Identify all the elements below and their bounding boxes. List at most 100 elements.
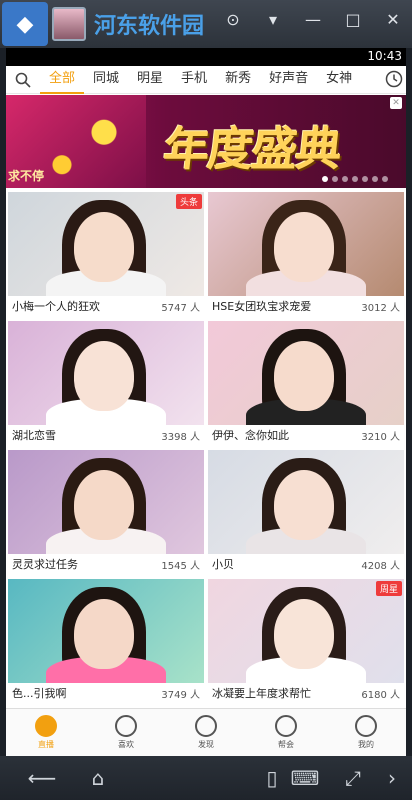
banner-dot[interactable]: [382, 176, 388, 182]
streamer-face: [274, 599, 334, 669]
streamer-face: [74, 470, 134, 540]
tab-5[interactable]: 好声音: [260, 66, 317, 94]
banner-dot[interactable]: [342, 176, 348, 182]
banner-dot[interactable]: [372, 176, 378, 182]
nav-label: 发现: [198, 740, 214, 749]
stream-card[interactable]: 周星冰凝要上年度求帮忙 6180 人: [208, 579, 404, 703]
stream-title: 小贝: [212, 558, 234, 571]
stream-thumbnail[interactable]: [208, 450, 404, 554]
stream-thumbnail[interactable]: 头条: [8, 192, 204, 296]
emulator-title-bar: ◆ 河东软件园 ⊙ ▾ — □ ✕: [0, 0, 412, 48]
close-icon[interactable]: ✕: [384, 10, 402, 30]
android-status-bar: 10:43: [6, 48, 406, 66]
history-icon[interactable]: [384, 69, 404, 89]
eye-icon: [195, 715, 217, 737]
fullscreen-icon[interactable]: ⤢: [338, 766, 368, 790]
viewer-count: 3749 人: [161, 690, 200, 701]
banner-dot[interactable]: [332, 176, 338, 182]
viewer-count: 3210 人: [361, 432, 400, 443]
stream-thumbnail[interactable]: [8, 450, 204, 554]
app-screen: 全部 同城 明星 手机 新秀 好声音 女神 求不停 年度盛典 ✕ 头条小梅一个人的狂欢 574…: [6, 66, 406, 756]
group-icon: [275, 715, 297, 737]
streamer-face: [74, 341, 134, 411]
stream-thumbnail[interactable]: [8, 321, 204, 425]
streamer-face: [274, 341, 334, 411]
stream-card[interactable]: HSE女团玖宝求宠爱 3012 人: [208, 192, 404, 316]
streamer-face: [74, 212, 134, 282]
stream-thumbnail[interactable]: [208, 192, 404, 296]
star-icon: [115, 715, 137, 737]
tab-1[interactable]: 同城: [84, 66, 128, 94]
nav-label: 喜欢: [118, 740, 134, 749]
status-badge: 周星: [375, 581, 402, 596]
banner-dot[interactable]: [362, 176, 368, 182]
portrait-icon[interactable]: ▯: [262, 766, 282, 790]
banner-title: 年度盛典: [160, 122, 343, 176]
dropdown-icon[interactable]: ▾: [264, 10, 282, 30]
category-tabs: 全部 同城 明星 手机 新秀 好声音 女神: [6, 66, 406, 94]
stream-card[interactable]: 小贝 4208 人: [208, 450, 404, 574]
back-icon[interactable]: ⟵: [22, 766, 62, 790]
nav-item-4[interactable]: 我的: [326, 709, 406, 756]
search-icon[interactable]: [6, 66, 40, 94]
live-icon: [35, 715, 57, 737]
settings-icon[interactable]: ⊙: [224, 10, 242, 30]
stream-card[interactable]: 头条小梅一个人的狂欢 5747 人: [8, 192, 204, 316]
streamer-face: [74, 599, 134, 669]
stream-thumbnail[interactable]: 周星: [208, 579, 404, 683]
avatar[interactable]: [52, 7, 86, 41]
viewer-count: 6180 人: [361, 690, 400, 701]
tab-4[interactable]: 新秀: [216, 66, 260, 94]
viewer-count: 1545 人: [161, 561, 200, 572]
forward-icon[interactable]: ›: [382, 766, 402, 790]
banner-dot[interactable]: [352, 176, 358, 182]
stream-title: 伊伊、念你如此: [212, 429, 289, 442]
stream-title: 色...引我啊: [12, 687, 67, 700]
viewer-count: 3012 人: [361, 303, 400, 314]
nav-item-1[interactable]: 喜欢: [86, 709, 166, 756]
home-icon[interactable]: ⌂: [78, 766, 118, 790]
nav-label: 帮会: [278, 740, 294, 749]
emulator-bottom-bar: ⟵ ⌂ ▯ ⌨ ⤢ ›: [0, 756, 412, 800]
nav-item-0[interactable]: 直播: [6, 709, 86, 756]
banner-left-text: 求不停: [8, 169, 45, 183]
stream-title: 小梅一个人的狂欢: [12, 300, 100, 313]
tab-6[interactable]: 女神: [317, 66, 361, 94]
banner-pagination: [322, 176, 388, 182]
stream-card[interactable]: 伊伊、念你如此 3210 人: [208, 321, 404, 445]
nav-item-2[interactable]: 发现: [166, 709, 246, 756]
streamer-face: [274, 470, 334, 540]
stream-title: 冰凝要上年度求帮忙: [212, 687, 311, 700]
viewer-count: 3398 人: [161, 432, 200, 443]
profile-icon: [355, 715, 377, 737]
stream-title: 湖北恋雪: [12, 429, 56, 442]
promo-banner[interactable]: 求不停 年度盛典 ✕: [6, 95, 406, 188]
stream-thumbnail[interactable]: [208, 321, 404, 425]
status-badge: 头条: [175, 194, 202, 209]
minimize-icon[interactable]: —: [304, 10, 322, 30]
stream-title: HSE女团玖宝求宠爱: [212, 300, 312, 313]
maximize-icon[interactable]: □: [344, 10, 362, 30]
nav-item-3[interactable]: 帮会: [246, 709, 326, 756]
tab-0[interactable]: 全部: [40, 66, 85, 94]
bottom-navigation: 直播 喜欢 发现 帮会 我的: [6, 708, 406, 756]
tab-list: 全部 同城 明星 手机 新秀 好声音 女神: [40, 66, 361, 94]
keyboard-icon[interactable]: ⌨: [288, 766, 322, 790]
nav-label: 直播: [38, 740, 54, 749]
watermark-text: 河东软件园: [94, 13, 205, 39]
tab-2[interactable]: 明星: [128, 66, 172, 94]
stream-card[interactable]: 灵灵求过任务 1545 人: [8, 450, 204, 574]
viewer-count: 5747 人: [161, 303, 200, 314]
banner-close-icon[interactable]: ✕: [390, 97, 402, 109]
nav-label: 我的: [358, 740, 374, 749]
streamer-face: [274, 212, 334, 282]
stream-card[interactable]: 湖北恋雪 3398 人: [8, 321, 204, 445]
stream-title: 灵灵求过任务: [12, 558, 78, 571]
viewer-count: 4208 人: [361, 561, 400, 572]
emulator-logo-icon[interactable]: ◆: [2, 2, 48, 46]
status-time: 10:43: [367, 49, 402, 63]
stream-thumbnail[interactable]: [8, 579, 204, 683]
banner-dot[interactable]: [322, 176, 328, 182]
tab-3[interactable]: 手机: [172, 66, 216, 94]
stream-card[interactable]: 色...引我啊 3749 人: [8, 579, 204, 703]
